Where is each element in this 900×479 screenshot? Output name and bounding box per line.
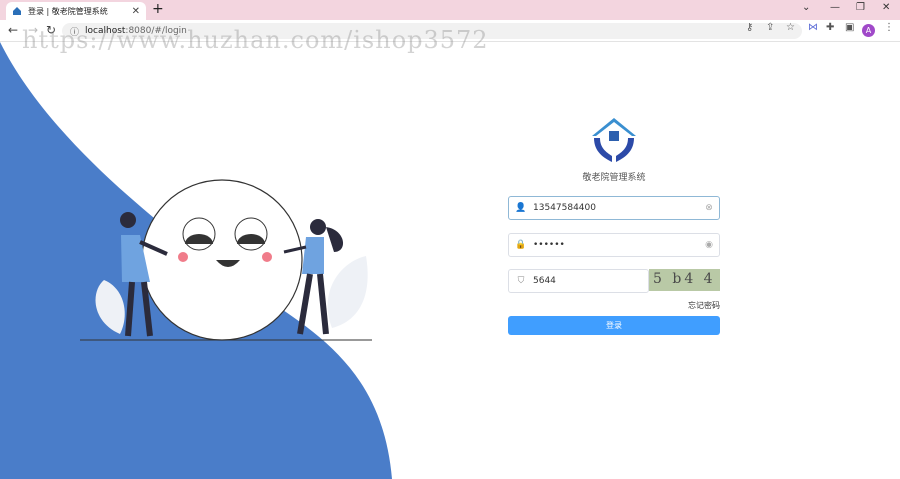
watermark-text: https://www.huzhan.com/ishop3572 (22, 26, 489, 54)
welcome-illustration (0, 42, 392, 479)
right-cheek-shape (262, 252, 272, 262)
back-icon[interactable]: ← (8, 23, 18, 37)
browser-tab[interactable]: 登录 | 敬老院管理系统 ✕ (6, 2, 146, 20)
left-person-head (120, 212, 136, 228)
side-panel-icon[interactable]: ▣ (845, 22, 854, 33)
extension-icon[interactable]: ⋈ (808, 22, 818, 33)
tab-search-icon[interactable]: ⌄ (802, 2, 810, 13)
system-title: 敬老院管理系统 (582, 173, 646, 183)
browser-tab-bar: 登录 | 敬老院管理系统 ✕ + ⌄ — ❐ ✕ (0, 0, 900, 20)
tab-title: 登录 | 敬老院管理系统 (28, 6, 108, 16)
shield-icon: ⛉ (517, 276, 525, 286)
bookmark-star-icon[interactable]: ☆ (786, 22, 795, 33)
share-icon[interactable]: ⇪ (766, 22, 774, 33)
lock-icon: 🔒 (515, 240, 527, 250)
restore-icon[interactable]: ❐ (856, 2, 865, 13)
right-person-head (310, 219, 326, 235)
minimize-icon[interactable]: — (830, 2, 840, 13)
clear-icon[interactable]: ⊗ (699, 203, 719, 213)
leaf-right-shape (327, 256, 368, 328)
left-cheek-shape (178, 252, 188, 262)
password-value[interactable]: •••••• (533, 240, 699, 250)
captcha-image[interactable]: 5 b4 4 (649, 269, 720, 291)
home-care-logo-icon (592, 118, 636, 162)
captcha-input-value[interactable]: 5644 (533, 276, 648, 286)
login-button[interactable]: 登录 (508, 316, 720, 335)
login-page: 敬老院管理系统 👤 13547584400 ⊗ 🔒 •••••• ◉ ⛉ 564… (0, 42, 900, 479)
captcha-text: 5 b4 4 (653, 271, 716, 287)
menu-dots-icon[interactable]: ⋮ (884, 22, 894, 33)
user-icon: 👤 (515, 203, 527, 213)
username-value[interactable]: 13547584400 (533, 203, 699, 213)
key-icon[interactable]: ⚷ (746, 22, 753, 33)
password-field[interactable]: 🔒 •••••• ◉ (508, 233, 720, 257)
captcha-field[interactable]: ⛉ 5644 (508, 269, 649, 293)
window-close-icon[interactable]: ✕ (882, 2, 890, 13)
eye-icon[interactable]: ◉ (699, 240, 719, 250)
close-tab-icon[interactable]: ✕ (132, 6, 140, 17)
new-tab-icon[interactable]: + (152, 1, 164, 17)
puzzle-icon[interactable]: ✚ (826, 22, 834, 33)
profile-avatar[interactable]: A (862, 24, 875, 37)
username-field[interactable]: 👤 13547584400 ⊗ (508, 196, 720, 220)
login-panel: 敬老院管理系统 👤 13547584400 ⊗ 🔒 •••••• ◉ ⛉ 564… (508, 116, 720, 335)
app-favicon-icon (13, 7, 21, 15)
forgot-password-link[interactable]: 忘记密码 (688, 300, 720, 311)
